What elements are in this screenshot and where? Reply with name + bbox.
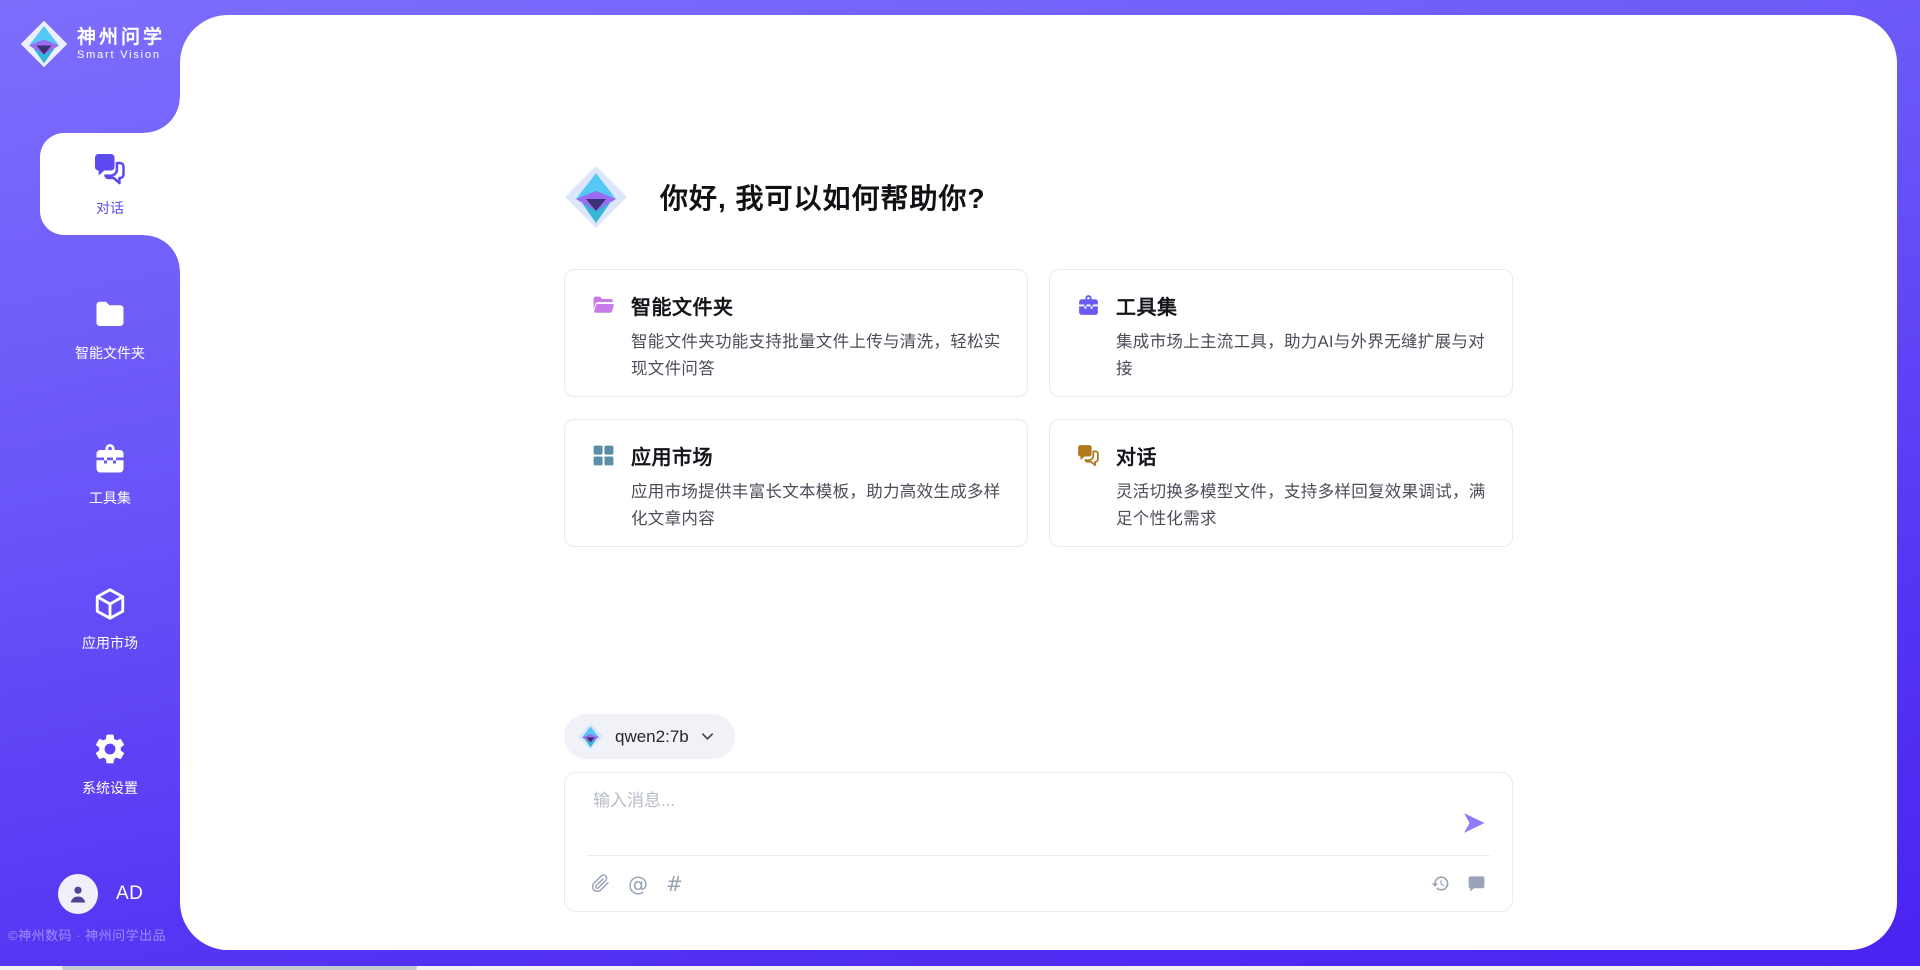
send-icon [1460, 809, 1488, 837]
mention-button[interactable]: @ [628, 874, 648, 894]
folder-icon [92, 296, 128, 332]
composer-toolbar: @ # [565, 856, 1512, 911]
sidebar-item-label: 工具集 [89, 488, 131, 508]
new-chat-button[interactable] [1467, 874, 1486, 893]
cube-icon [92, 586, 128, 622]
message-composer: @ # [564, 772, 1513, 912]
message-icon [1467, 874, 1486, 893]
briefcase-icon [92, 441, 128, 477]
sidebar-item-label: 系统设置 [82, 778, 138, 798]
sidebar-item-chat[interactable]: 对话 [40, 133, 180, 235]
user-initials: AD [116, 883, 143, 905]
paperclip-icon [591, 874, 610, 893]
chat-icon [1076, 443, 1101, 468]
sidebar-nav: 对话 智能文件夹 工具集 应用市场 系统设置 [0, 133, 180, 815]
history-button[interactable] [1431, 874, 1450, 893]
card-description: 集成市场上主流工具，助力AI与外界无缝扩展与对接 [1076, 329, 1486, 382]
chat-icon [92, 151, 128, 187]
card-description: 应用市场提供丰富长文本模板，助力高效生成多样化文章内容 [591, 479, 1001, 532]
app-logo: 神州问学 Smart Vision [0, 0, 180, 68]
model-logo-icon [577, 723, 604, 750]
user-profile[interactable]: AD [58, 874, 143, 914]
app-name: 神州问学 [77, 27, 165, 50]
horizontal-scrollbar [0, 966, 1920, 970]
sidebar-item-toolset[interactable]: 工具集 [40, 423, 180, 525]
sidebar-item-app-market[interactable]: 应用市场 [40, 568, 180, 670]
card-toolset[interactable]: 工具集 集成市场上主流工具，助力AI与外界无缝扩展与对接 [1049, 269, 1513, 397]
app-subtitle: Smart Vision [77, 49, 165, 61]
attach-file-button[interactable] [591, 874, 610, 893]
copyright-text: ©神州数码 · 神州问学出品 [8, 925, 188, 944]
gear-icon [92, 731, 128, 767]
person-icon [66, 882, 90, 906]
briefcase-icon [1076, 293, 1101, 318]
sidebar-item-label: 应用市场 [82, 633, 138, 653]
sidebar-item-label: 对话 [96, 198, 124, 218]
message-input[interactable] [593, 788, 1442, 849]
feature-cards: 智能文件夹 智能文件夹功能支持批量文件上传与清洗，轻松实现文件问答 工具集 集成… [564, 269, 1513, 547]
grid-icon [591, 443, 616, 468]
at-icon: @ [628, 874, 648, 894]
history-icon [1431, 874, 1450, 893]
greeting: 你好, 我可以如何帮助你? [564, 165, 1513, 229]
card-smart-folder[interactable]: 智能文件夹 智能文件夹功能支持批量文件上传与清洗，轻松实现文件问答 [564, 269, 1028, 397]
model-selector[interactable]: qwen2:7b [564, 714, 735, 759]
sidebar-item-label: 智能文件夹 [75, 343, 145, 363]
card-title: 工具集 [1116, 291, 1178, 320]
model-name: qwen2:7b [615, 727, 689, 747]
hashtag-button[interactable]: # [666, 874, 683, 894]
card-description: 智能文件夹功能支持批量文件上传与清洗，轻松实现文件问答 [591, 329, 1001, 382]
avatar [58, 874, 98, 914]
sidebar-item-settings[interactable]: 系统设置 [40, 713, 180, 815]
chevron-down-icon [700, 729, 715, 744]
main-content-area: 你好, 我可以如何帮助你? 智能文件夹 智能文件夹功能支持批量文件上传与清洗，轻… [180, 15, 1897, 950]
send-button[interactable] [1460, 809, 1488, 837]
folder-open-icon [591, 293, 616, 318]
hash-icon: # [666, 874, 683, 894]
card-chat[interactable]: 对话 灵活切换多模型文件，支持多样回复效果调试，满足个性化需求 [1049, 419, 1513, 547]
greeting-title: 你好, 我可以如何帮助你? [660, 177, 986, 217]
card-description: 灵活切换多模型文件，支持多样回复效果调试，满足个性化需求 [1076, 479, 1486, 532]
card-title: 对话 [1116, 441, 1157, 470]
sidebar: 神州问学 Smart Vision 对话 智能文件夹 工具集 [0, 0, 180, 970]
sidebar-item-smart-folder[interactable]: 智能文件夹 [40, 278, 180, 380]
card-title: 智能文件夹 [631, 291, 734, 320]
scrollbar-thumb[interactable] [62, 966, 417, 970]
card-title: 应用市场 [631, 441, 713, 470]
assistant-logo-icon [564, 165, 628, 229]
app-logo-icon [20, 20, 68, 68]
card-app-market[interactable]: 应用市场 应用市场提供丰富长文本模板，助力高效生成多样化文章内容 [564, 419, 1028, 547]
